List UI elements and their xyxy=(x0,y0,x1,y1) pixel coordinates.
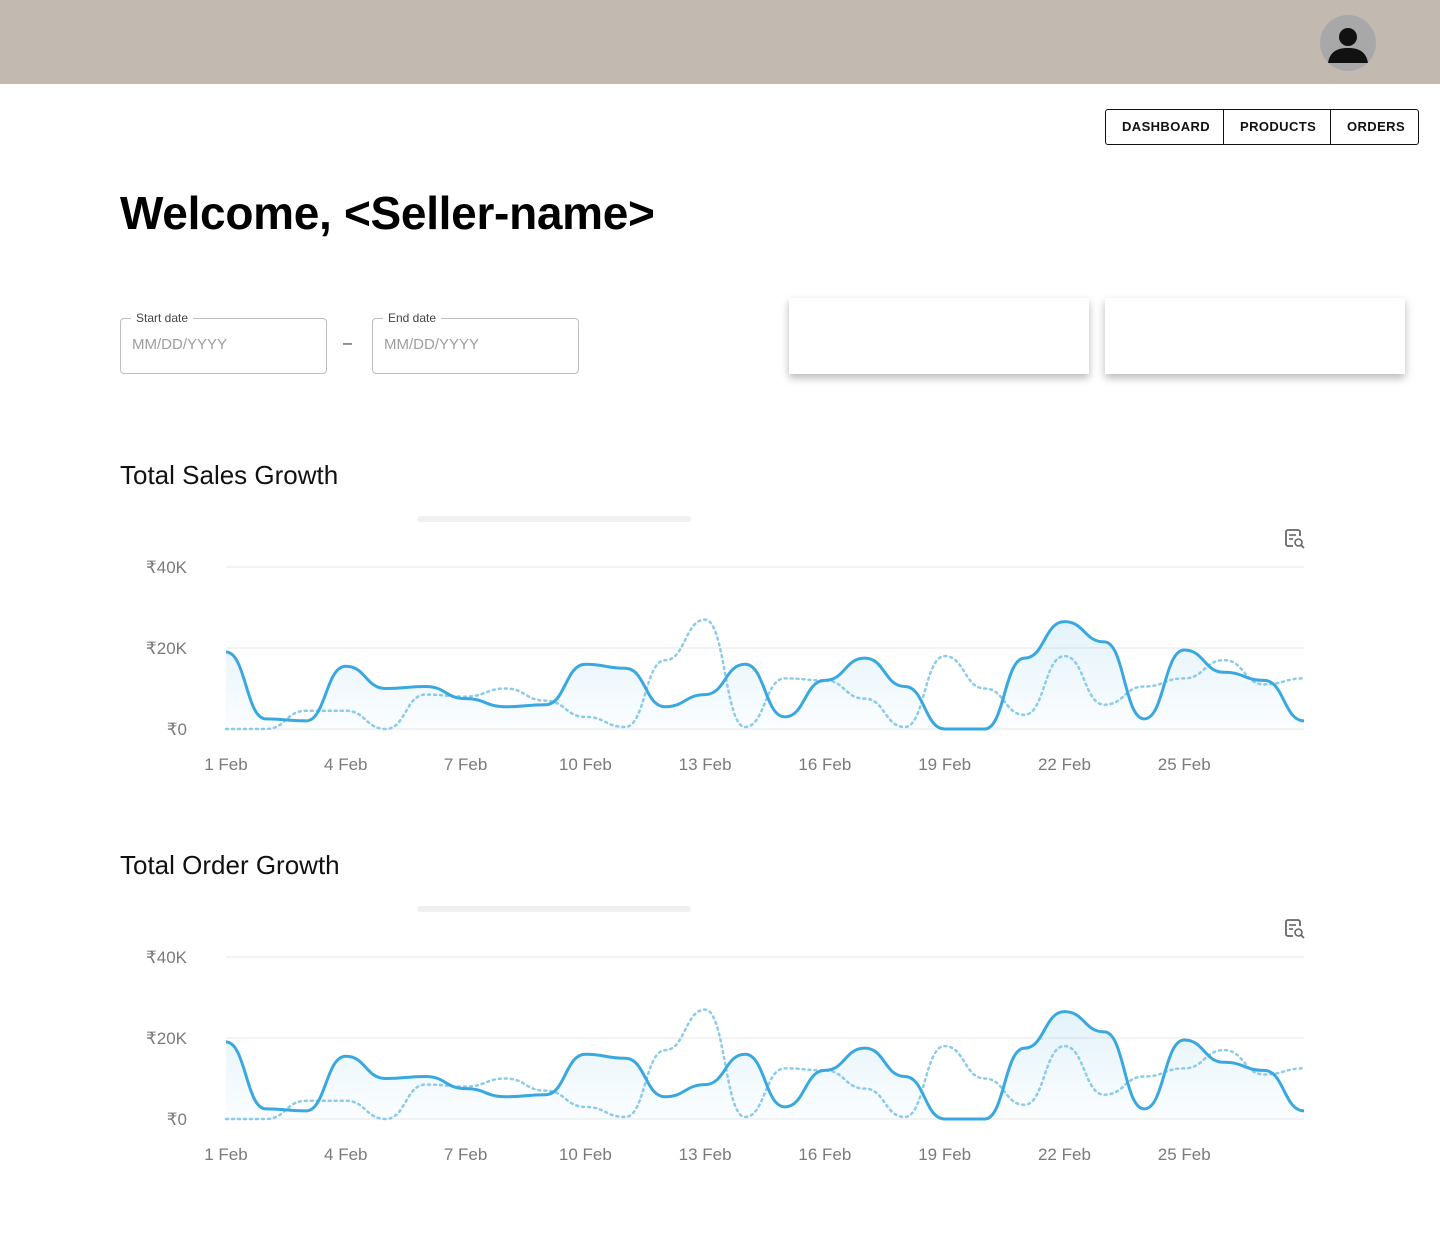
x-tick-label: 13 Feb xyxy=(679,755,732,774)
y-tick-label: ₹0 xyxy=(167,720,187,739)
top-header-bar xyxy=(0,0,1440,84)
x-tick-label: 1 Feb xyxy=(204,755,247,774)
x-tick-label: 19 Feb xyxy=(918,1145,971,1164)
series-area-fill xyxy=(226,621,1304,729)
end-date-field[interactable]: End date xyxy=(372,311,579,374)
x-tick-label: 10 Feb xyxy=(559,1145,612,1164)
x-tick-label: 7 Feb xyxy=(444,1145,487,1164)
y-tick-label: ₹40K xyxy=(146,948,188,967)
date-range-separator: – xyxy=(343,335,352,352)
chart-svg: ₹0 ₹20K ₹40K 1 Feb 4 Feb 7 Feb 10 Feb 13 Feb 16 … xyxy=(146,516,1306,774)
start-date-label: Start date xyxy=(131,311,194,325)
x-tick-label: 22 Feb xyxy=(1038,755,1091,774)
sales-growth-chart: ₹0 ₹20K ₹40K 1 Feb 4 Feb 7 Feb 10 Feb 13 Feb 16 … xyxy=(120,512,1320,782)
summary-card-1 xyxy=(789,298,1089,374)
x-tick-label: 1 Feb xyxy=(204,1145,247,1164)
x-tick-label: 7 Feb xyxy=(444,755,487,774)
chart-toolbar-handle xyxy=(417,516,691,522)
chart-svg: ₹0 ₹20K ₹40K 1 Feb 4 Feb 7 Feb 10 Feb 13 Feb 16 … xyxy=(146,906,1306,1164)
start-date-field[interactable]: Start date xyxy=(120,311,327,374)
series-area-fill xyxy=(226,1011,1304,1119)
y-tick-label: ₹40K xyxy=(146,558,188,577)
x-tick-label: 13 Feb xyxy=(679,1145,732,1164)
x-tick-label: 25 Feb xyxy=(1158,755,1211,774)
nav-dashboard-button[interactable]: DASHBOARD xyxy=(1106,110,1224,144)
user-avatar-icon[interactable] xyxy=(1320,15,1376,71)
y-tick-label: ₹20K xyxy=(146,1029,188,1048)
nav-products-button[interactable]: PRODUCTS xyxy=(1224,110,1331,144)
x-tick-label: 16 Feb xyxy=(798,755,851,774)
nav-orders-button[interactable]: ORDERS xyxy=(1331,110,1418,144)
x-tick-label: 4 Feb xyxy=(324,755,367,774)
end-date-input[interactable] xyxy=(384,336,564,353)
y-tick-label: ₹0 xyxy=(167,1110,187,1129)
x-tick-label: 25 Feb xyxy=(1158,1145,1211,1164)
main-nav: DASHBOARD PRODUCTS ORDERS xyxy=(1105,109,1419,145)
y-tick-label: ₹20K xyxy=(146,639,188,658)
x-tick-label: 10 Feb xyxy=(559,755,612,774)
summary-card-2 xyxy=(1105,298,1405,374)
x-tick-label: 16 Feb xyxy=(798,1145,851,1164)
chart-menu-icon[interactable] xyxy=(1285,529,1305,549)
orders-section-title: Total Order Growth xyxy=(120,850,340,880)
start-date-input[interactable] xyxy=(132,336,312,353)
order-growth-chart: ₹0 ₹20K ₹40K 1 Feb 4 Feb 7 Feb 10 Feb 13 Feb 16 … xyxy=(120,902,1320,1172)
sales-section-title: Total Sales Growth xyxy=(120,460,339,490)
x-tick-label: 4 Feb xyxy=(324,1145,367,1164)
page-title: Welcome, <Seller-name> xyxy=(120,187,655,239)
x-tick-label: 22 Feb xyxy=(1038,1145,1091,1164)
chart-menu-icon[interactable] xyxy=(1285,919,1305,939)
chart-toolbar-handle xyxy=(417,906,691,912)
end-date-label: End date xyxy=(383,311,442,325)
x-tick-label: 19 Feb xyxy=(918,755,971,774)
